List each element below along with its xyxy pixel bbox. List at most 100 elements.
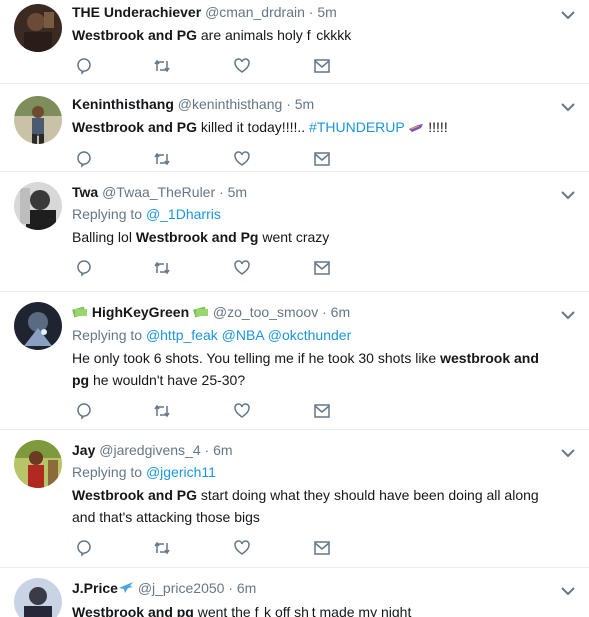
tweet-header: HighKeyGreen @zo_too_smoov · 6m xyxy=(72,300,549,323)
replying-to: Replying to @http_feak @NBA @okcthunder xyxy=(72,325,549,345)
avatar[interactable] xyxy=(14,96,62,144)
reply-icon[interactable] xyxy=(74,56,94,76)
text-pre: Balling lol xyxy=(72,229,136,245)
avatar[interactable] xyxy=(14,4,62,52)
tweet-header: Jay @jaredgivens_4 · 6m xyxy=(72,438,549,460)
tweet-header: THE Underachiever @cman_drdrain · 5m xyxy=(72,0,549,22)
tweet-actions xyxy=(72,56,549,78)
tweet-text: Westbrook and pg went the f k off sh t m… xyxy=(72,601,549,617)
chevron-down-icon[interactable] xyxy=(559,308,577,322)
username[interactable]: @zo_too_smoov xyxy=(213,304,318,320)
mention-link[interactable]: @http_feak @NBA @okcthunder xyxy=(146,327,351,343)
highlighted-text: Westbrook and PG xyxy=(72,27,197,43)
tweet-text: Balling lol Westbrook and Pg went crazy xyxy=(72,226,549,248)
tweet-header: J.Price @j_price2050 · 6m xyxy=(72,576,549,599)
timestamp[interactable]: 6m xyxy=(213,442,232,458)
text-rest: went crazy xyxy=(258,229,330,245)
money-icon xyxy=(193,303,209,323)
tweet[interactable]: Twa @Twaa_TheRuler · 5m Replying to @_1D… xyxy=(0,172,589,292)
replying-to: Replying to @_1Dharris xyxy=(72,204,549,224)
separator-dot: · xyxy=(204,442,210,458)
tweet[interactable]: HighKeyGreen @zo_too_smoov · 6m Replying… xyxy=(0,292,589,430)
like-icon[interactable] xyxy=(232,56,252,76)
thunder-emoji-icon xyxy=(408,117,424,139)
retweet-icon[interactable] xyxy=(152,56,172,76)
highlighted-text: Westbrook and Pg xyxy=(135,229,259,245)
avatar[interactable] xyxy=(14,182,62,230)
retweet-icon[interactable] xyxy=(152,401,172,421)
message-icon[interactable] xyxy=(312,538,332,558)
tweet-actions xyxy=(72,149,549,171)
tweet[interactable]: THE Underachiever @cman_drdrain · 5m Wes… xyxy=(0,0,589,84)
tweet-feed: THE Underachiever @cman_drdrain · 5m Wes… xyxy=(0,0,589,617)
separator-dot: · xyxy=(286,96,291,112)
message-icon[interactable] xyxy=(312,149,332,169)
highlighted-text: Westbrook and PG xyxy=(72,487,197,503)
tweet[interactable]: Keninthisthang @keninthisthang · 5m West… xyxy=(0,84,589,172)
retweet-icon[interactable] xyxy=(152,149,172,169)
display-name[interactable]: Twa xyxy=(72,184,98,200)
tweet-actions xyxy=(72,258,549,280)
chevron-down-icon[interactable] xyxy=(559,446,577,460)
message-icon[interactable] xyxy=(312,258,332,278)
timestamp[interactable]: 5m xyxy=(295,96,314,112)
text-rest: are animals holy f ckkkk xyxy=(196,27,352,43)
replying-label: Replying to xyxy=(72,327,146,344)
reply-icon[interactable] xyxy=(74,538,94,558)
mention-link[interactable]: @jgerich11 xyxy=(146,464,216,480)
display-name[interactable]: Keninthisthang xyxy=(72,96,174,112)
mention-link[interactable]: @_1Dharris xyxy=(146,206,221,222)
chevron-down-icon[interactable] xyxy=(559,584,577,598)
separator-dot: · xyxy=(228,580,233,596)
username[interactable]: @keninthisthang xyxy=(178,96,283,112)
retweet-icon[interactable] xyxy=(152,258,172,278)
text-rest: killed it today!!!!.. xyxy=(196,119,310,135)
username[interactable]: @Twaa_TheRuler xyxy=(102,184,215,200)
separator-dot: · xyxy=(308,4,314,20)
hashtag-link[interactable]: #THUNDERUP xyxy=(309,119,404,135)
avatar[interactable] xyxy=(14,302,62,350)
like-icon[interactable] xyxy=(232,149,252,169)
timestamp[interactable]: 5m xyxy=(228,184,247,200)
username[interactable]: @jaredgivens_4 xyxy=(99,442,200,458)
display-name[interactable]: J.Price xyxy=(72,580,118,596)
like-icon[interactable] xyxy=(232,538,252,558)
tweet[interactable]: J.Price @j_price2050 · 6m Westbrook and … xyxy=(0,568,589,617)
reply-icon[interactable] xyxy=(74,149,94,169)
chevron-down-icon[interactable] xyxy=(559,100,577,114)
reply-icon[interactable] xyxy=(74,401,94,421)
display-name[interactable]: HighKeyGreen xyxy=(92,304,189,320)
tweet-actions xyxy=(72,538,549,560)
highlighted-text: Westbrook and pg xyxy=(72,604,194,617)
message-icon[interactable] xyxy=(312,401,332,421)
separator-dot: · xyxy=(219,184,224,200)
tweet-actions xyxy=(72,401,549,423)
chevron-down-icon[interactable] xyxy=(559,8,577,22)
tweet-text: Westbrook and PG start doing what they s… xyxy=(72,484,549,528)
replying-label: Replying to xyxy=(72,206,146,222)
replying-label: Replying to xyxy=(72,464,146,480)
timestamp[interactable]: 6m xyxy=(237,580,256,596)
username[interactable]: @j_price2050 xyxy=(138,580,225,596)
timestamp[interactable]: 5m xyxy=(317,4,336,20)
chevron-down-icon[interactable] xyxy=(559,188,577,202)
timestamp[interactable]: 6m xyxy=(331,304,350,320)
airplane-icon xyxy=(118,579,134,599)
replying-to: Replying to @jgerich11 xyxy=(72,462,549,482)
avatar[interactable] xyxy=(14,440,62,488)
tweet-text: Westbrook and PG killed it today!!!!.. #… xyxy=(72,116,549,139)
text-rest: went the f k off sh t made my night xyxy=(193,604,412,617)
separator-dot: · xyxy=(322,304,327,320)
retweet-icon[interactable] xyxy=(152,538,172,558)
reply-icon[interactable] xyxy=(74,258,94,278)
like-icon[interactable] xyxy=(232,258,252,278)
message-icon[interactable] xyxy=(312,56,332,76)
text-after: !!!!! xyxy=(424,119,448,135)
text-pre: He only took 6 shots. You telling me if … xyxy=(72,350,441,367)
tweet[interactable]: Jay @jaredgivens_4 · 6m Replying to @jge… xyxy=(0,430,589,568)
display-name[interactable]: Jay xyxy=(72,442,95,458)
like-icon[interactable] xyxy=(232,401,252,421)
avatar[interactable] xyxy=(14,578,62,617)
username[interactable]: @cman_drdrain xyxy=(205,4,305,20)
display-name[interactable]: THE Underachiever xyxy=(72,4,201,20)
